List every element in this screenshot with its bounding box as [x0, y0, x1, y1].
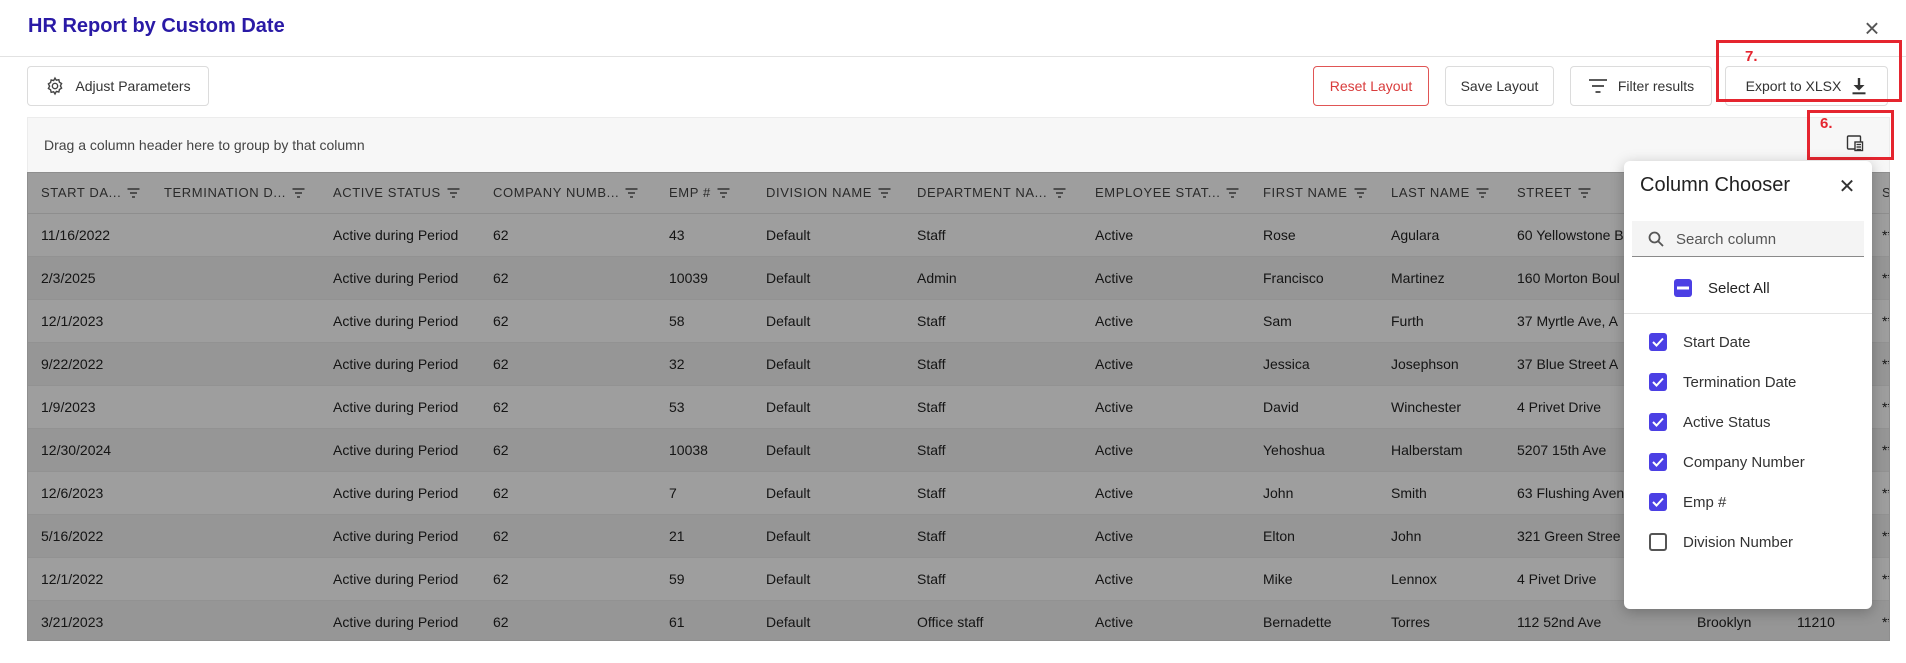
annotation-box-7 [1716, 40, 1902, 102]
close-chooser-icon[interactable]: ✕ [1834, 174, 1860, 200]
column-chooser-icon[interactable] [1846, 134, 1864, 152]
adjust-parameters-button[interactable]: Adjust Parameters [27, 66, 209, 106]
column-option-label: Division Number [1683, 533, 1794, 551]
gear-icon [47, 76, 63, 96]
column-option[interactable]: Active Status [1649, 413, 1771, 431]
checked-checkbox-icon [1649, 493, 1667, 511]
column-search-input[interactable] [1676, 221, 1856, 257]
annotation-label-6: 6. [1820, 115, 1833, 132]
dialog-title: HR Report by Custom Date [28, 15, 285, 37]
unchecked-checkbox-icon [1649, 533, 1667, 551]
column-option-label: Emp # [1683, 493, 1727, 511]
column-option-label: Active Status [1683, 413, 1771, 431]
column-option[interactable]: Emp # [1649, 493, 1726, 511]
filter-results-button[interactable]: Filter results [1570, 66, 1712, 106]
checked-checkbox-icon [1649, 373, 1667, 391]
chooser-divider [1624, 313, 1872, 314]
column-chooser-title: Column Chooser [1640, 174, 1791, 196]
close-dialog-icon[interactable]: × [1858, 14, 1886, 42]
group-panel[interactable]: Drag a column header here to group by th… [27, 117, 1890, 172]
save-layout-button[interactable]: Save Layout [1445, 66, 1554, 106]
filter-results-label: Filter results [1617, 78, 1695, 94]
dialog-header: HR Report by Custom Date × [0, 0, 1906, 57]
column-chooser-panel: Column Chooser ✕ Select All Start Date Te… [1624, 161, 1872, 609]
column-search-box [1632, 221, 1864, 257]
indeterminate-checkbox-icon [1674, 279, 1692, 297]
search-icon [1648, 231, 1664, 247]
column-option[interactable]: Division Number [1649, 533, 1793, 551]
column-option-label: Termination Date [1683, 373, 1797, 391]
column-option-label: Start Date [1683, 333, 1751, 351]
checked-checkbox-icon [1649, 413, 1667, 431]
group-hint-text: Drag a column header here to group by th… [44, 137, 365, 153]
checked-checkbox-icon [1649, 333, 1667, 351]
checked-checkbox-icon [1649, 453, 1667, 471]
column-option[interactable]: Company Number [1649, 453, 1805, 471]
select-all-checkbox[interactable]: Select All [1674, 279, 1770, 297]
column-option-label: Company Number [1683, 453, 1805, 471]
annotation-label-7: 7. [1745, 48, 1758, 65]
column-option[interactable]: Termination Date [1649, 373, 1796, 391]
reset-layout-button[interactable]: Reset Layout [1313, 66, 1429, 106]
filter-icon [1588, 79, 1607, 93]
adjust-parameters-label: Adjust Parameters [75, 78, 191, 94]
column-option[interactable]: Start Date [1649, 333, 1751, 351]
select-all-label: Select All [1708, 279, 1770, 297]
modal-overlay [27, 172, 1890, 641]
